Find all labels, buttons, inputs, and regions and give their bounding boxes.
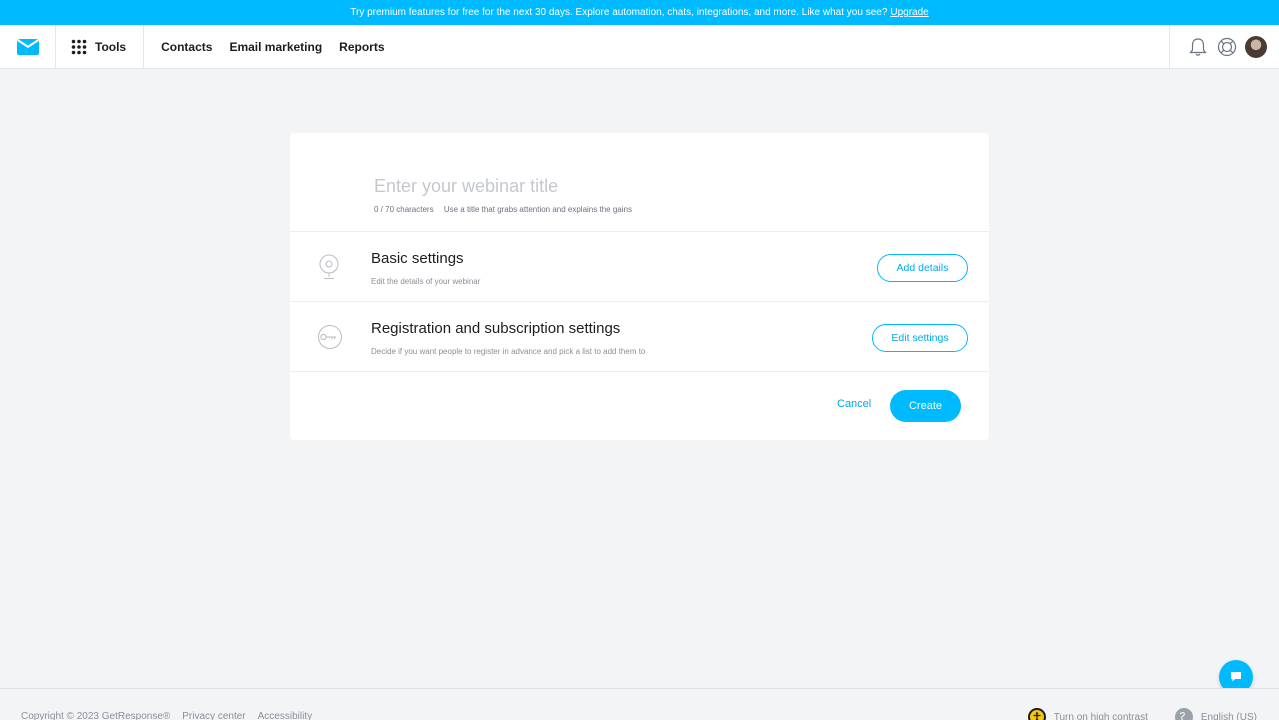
language-label: English (US)	[1200, 711, 1257, 720]
avatar[interactable]	[1245, 36, 1267, 58]
registration-settings-description: Decide if you want people to register in…	[371, 347, 646, 356]
webcam-icon	[319, 254, 339, 279]
nav-right-group	[1169, 25, 1279, 69]
help-icon[interactable]	[1216, 36, 1238, 58]
bell-icon[interactable]	[1187, 36, 1209, 58]
nav-email-marketing[interactable]: Email marketing	[229, 40, 322, 54]
create-button[interactable]: Create	[890, 390, 961, 422]
tools-label: Tools	[95, 39, 127, 54]
high-contrast-label: Turn on high contrast	[1053, 711, 1148, 720]
privacy-center-link[interactable]: Privacy center	[182, 711, 245, 720]
page-footer: Copyright © 2023 GetResponse® Privacy ce…	[0, 688, 1279, 720]
chat-bubble-icon	[1231, 672, 1241, 682]
basic-settings-row: Basic settings Edit the details of your …	[290, 232, 989, 302]
promo-text: Try premium features for free for the ne…	[350, 7, 888, 18]
edit-settings-button[interactable]: Edit settings	[872, 324, 968, 352]
globe-icon	[1174, 708, 1193, 720]
copyright-text: Copyright © 2023 GetResponse®	[21, 711, 171, 720]
basic-settings-title: Basic settings	[371, 250, 464, 267]
basic-settings-description: Edit the details of your webinar	[371, 277, 481, 286]
add-details-button[interactable]: Add details	[877, 254, 968, 282]
envelope-icon	[16, 38, 39, 55]
key-icon	[318, 325, 342, 349]
registration-settings-title: Registration and subscription settings	[371, 320, 621, 337]
nav-reports[interactable]: Reports	[339, 40, 384, 54]
footer-right-group: Turn on high contrast English (US)	[1027, 708, 1257, 720]
top-navigation: Tools Contacts Email marketing Reports	[0, 24, 1279, 69]
cancel-button[interactable]: Cancel	[837, 398, 871, 410]
grid-icon	[71, 39, 87, 54]
promo-banner: Try premium features for free for the ne…	[0, 0, 1279, 25]
accessibility-icon	[1027, 708, 1046, 720]
character-counter: 0 / 70 characters	[374, 205, 434, 214]
nav-contacts[interactable]: Contacts	[161, 40, 212, 54]
high-contrast-toggle[interactable]: Turn on high contrast	[1027, 708, 1148, 720]
registration-settings-row: Registration and subscription settings D…	[290, 302, 989, 372]
tools-menu[interactable]: Tools	[56, 24, 145, 69]
accessibility-link[interactable]: Accessibility	[258, 711, 312, 720]
webinar-form-card: 0 / 70 characters Use a title that grabs…	[290, 133, 989, 440]
title-hint-text: Use a title that grabs attention and exp…	[443, 205, 632, 214]
form-actions: Cancel Create	[290, 372, 989, 440]
language-selector[interactable]: English (US)	[1174, 708, 1257, 720]
webinar-title-input[interactable]	[374, 173, 934, 199]
upgrade-link[interactable]: Upgrade	[890, 7, 928, 18]
title-hint: 0 / 70 characters Use a title that grabs…	[374, 205, 632, 214]
getresponse-logo[interactable]	[0, 24, 56, 69]
title-section: 0 / 70 characters Use a title that grabs…	[290, 133, 989, 232]
footer-links: Copyright © 2023 GetResponse® Privacy ce…	[21, 711, 312, 720]
